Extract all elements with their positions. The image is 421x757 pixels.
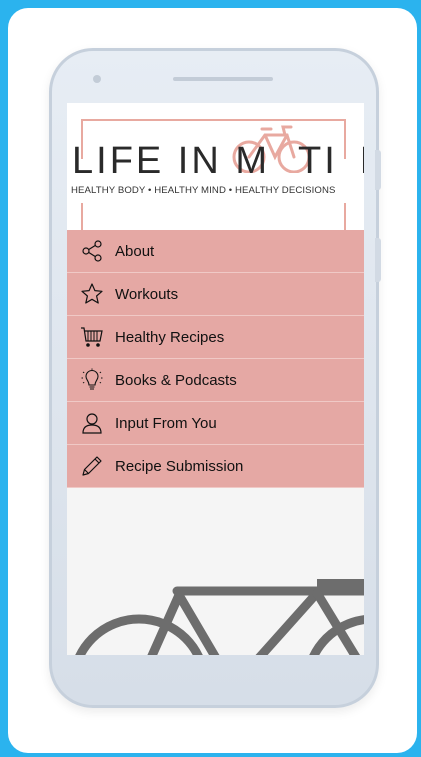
menu-item-input-from-you[interactable]: Input From You (67, 402, 364, 445)
cart-icon (79, 324, 105, 350)
nav-menu: About Workouts Healthy Recipes Books & P… (67, 230, 364, 488)
menu-item-books-podcasts[interactable]: Books & Podcasts (67, 359, 364, 402)
menu-item-label: Recipe Submission (115, 457, 244, 475)
app-screen: LIFE IN MTIN HEALTHY BODY • HEALTHY MIND… (67, 103, 364, 655)
star-icon (79, 281, 105, 307)
app-tagline: HEALTHY BODY • HEALTHY MIND • HEALTHY DE… (71, 185, 336, 196)
menu-item-label: Books & Podcasts (115, 371, 237, 389)
speaker-grille (173, 77, 273, 81)
menu-item-label: About (115, 242, 155, 260)
user-icon (79, 410, 105, 436)
side-button-bottom (375, 238, 381, 282)
menu-item-label: Input From You (115, 414, 217, 432)
menu-item-label: Workouts (115, 285, 179, 303)
lightbulb-icon (79, 367, 105, 393)
app-title: LIFE IN MTIN (72, 140, 364, 182)
menu-item-label: Healthy Recipes (115, 328, 225, 346)
share-icon (79, 238, 105, 264)
camera-icon (93, 75, 101, 83)
bicycle-background-image (75, 579, 364, 655)
side-button-top (375, 150, 381, 190)
menu-item-workouts[interactable]: Workouts (67, 273, 364, 316)
app-logo: LIFE IN MTIN HEALTHY BODY • HEALTHY MIND… (67, 103, 364, 231)
menu-item-about[interactable]: About (67, 230, 364, 273)
menu-item-healthy-recipes[interactable]: Healthy Recipes (67, 316, 364, 359)
pencil-icon (79, 453, 105, 479)
menu-item-recipe-submission[interactable]: Recipe Submission (67, 445, 364, 488)
